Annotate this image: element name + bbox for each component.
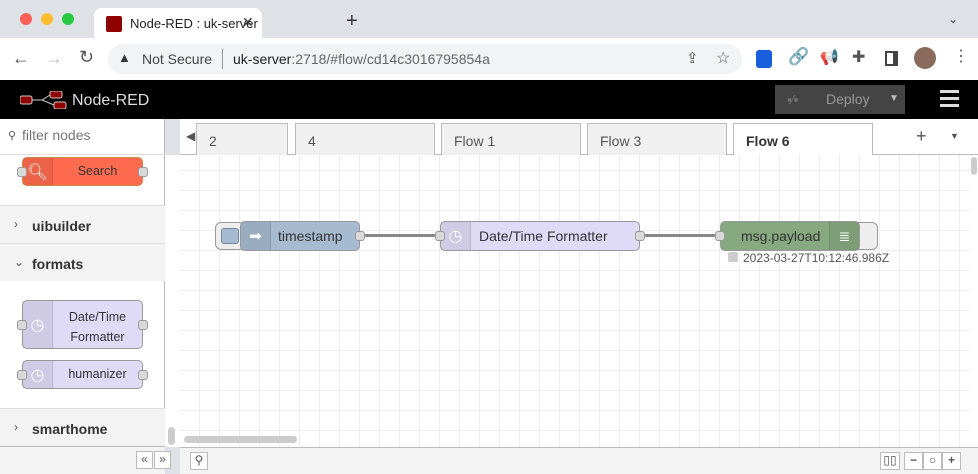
navigator-map-button[interactable]: ▯▯ bbox=[880, 452, 900, 470]
zoom-reset-button[interactable]: ○ bbox=[923, 452, 942, 470]
timer-icon: ◷ bbox=[23, 301, 53, 348]
url-host: uk-server bbox=[233, 51, 292, 67]
tab-flow-1[interactable]: Flow 1 bbox=[441, 123, 581, 155]
node-red-header: Node-RED ▪⁄▪ Deploy ▼ bbox=[0, 80, 978, 119]
expand-all-button[interactable]: » bbox=[154, 451, 171, 469]
tab-flow-3[interactable]: Flow 3 bbox=[587, 123, 727, 155]
search-icon: ⚲ bbox=[8, 130, 17, 142]
collapse-all-button[interactable]: « bbox=[136, 451, 153, 469]
vertical-scrollbar[interactable] bbox=[970, 155, 978, 447]
tab-title: Node-RED : uk-server bbox=[130, 16, 258, 31]
palette: ⚲ 🔍︎ Search ›uibuilder ⌄formats ◷ Date/T… bbox=[0, 119, 171, 474]
tab-2[interactable]: 2 bbox=[196, 123, 288, 155]
deploy-icon: ▪⁄▪ bbox=[787, 92, 799, 107]
back-icon[interactable]: ← bbox=[12, 48, 30, 69]
tab-4[interactable]: 4 bbox=[295, 123, 435, 155]
deploy-dropdown-icon[interactable]: ▼ bbox=[889, 93, 899, 104]
search-flows-button[interactable]: ⚲ bbox=[190, 452, 208, 470]
minimize-window-button[interactable] bbox=[41, 13, 53, 25]
url-field[interactable]: ▲ Not Secure uk-server:2718/#flow/cd14c3… bbox=[108, 44, 742, 74]
status-indicator-icon bbox=[728, 252, 738, 262]
link-extension-icon[interactable]: 🔗 bbox=[788, 47, 809, 67]
palette-node-search[interactable]: 🔍︎ Search bbox=[17, 157, 148, 186]
close-window-button[interactable] bbox=[20, 13, 32, 25]
extensions-puzzle-icon[interactable]: ✚ bbox=[852, 47, 865, 67]
bitwarden-extension-icon[interactable] bbox=[756, 50, 772, 68]
wire bbox=[645, 234, 720, 237]
flow-node-debug-msg-payload[interactable]: msg.payload ≣ bbox=[715, 221, 860, 251]
app-title: Node-RED bbox=[72, 92, 150, 109]
reload-icon[interactable]: ↻ bbox=[79, 47, 94, 68]
flow-list-dropdown-icon[interactable]: ▼ bbox=[950, 131, 959, 141]
browser-menu-icon[interactable]: ⋮ bbox=[953, 46, 969, 66]
node-red-favicon-icon bbox=[106, 16, 122, 32]
forward-icon[interactable]: → bbox=[45, 48, 63, 69]
palette-filter[interactable]: ⚲ bbox=[0, 119, 165, 155]
timer-icon: ◷ bbox=[23, 361, 53, 388]
maximize-window-button[interactable] bbox=[62, 13, 74, 25]
node-red-logo-icon bbox=[20, 91, 67, 109]
zoom-out-button[interactable]: − bbox=[904, 452, 923, 470]
browser-tab[interactable]: Node-RED : uk-server ✕ bbox=[94, 8, 262, 40]
deploy-label: Deploy bbox=[826, 91, 870, 107]
inject-arrow-icon: ➡ bbox=[241, 222, 271, 250]
wire bbox=[365, 234, 440, 237]
workspace-footer: ⚲ ▯▯ − ○ + bbox=[180, 447, 978, 474]
side-panel-icon[interactable] bbox=[885, 51, 898, 66]
palette-node-humanizer[interactable]: ◷ humanizer bbox=[17, 360, 148, 389]
tab-flow-6[interactable]: Flow 6 bbox=[733, 123, 873, 156]
url-path: :2718/#flow/cd14c3016795854a bbox=[291, 51, 490, 67]
flow-node-datetime-formatter[interactable]: ◷ Date/Time Formatter bbox=[435, 221, 645, 251]
main-menu-icon[interactable] bbox=[940, 90, 959, 107]
deploy-button[interactable]: ▪⁄▪ Deploy ▼ bbox=[775, 85, 905, 114]
share-icon[interactable]: ⇪ bbox=[686, 49, 699, 67]
megaphone-extension-icon[interactable]: 📢 bbox=[820, 48, 839, 66]
flow-canvas[interactable]: ➡ timestamp ◷ Date/Time Formatter msg.pa… bbox=[180, 155, 970, 447]
category-smarthome[interactable]: › smarthome bbox=[0, 408, 165, 446]
filter-nodes-input[interactable] bbox=[22, 127, 158, 143]
chevron-down-icon: ⌄ bbox=[14, 255, 25, 269]
security-label: Not Secure bbox=[142, 51, 213, 67]
palette-footer: « » bbox=[0, 446, 171, 474]
debug-status-text: 2023-03-27T10:12:46.986Z bbox=[743, 251, 890, 265]
scroll-tabs-left-icon[interactable]: ◀ bbox=[186, 129, 195, 143]
address-bar-row: ← → ↻ ▲ Not Secure uk-server:2718/#flow/… bbox=[0, 38, 978, 80]
close-tab-icon[interactable]: ✕ bbox=[242, 14, 254, 31]
flow-node-timestamp[interactable]: ➡ timestamp bbox=[240, 221, 365, 251]
category-uibuilder[interactable]: › uibuilder bbox=[0, 205, 165, 243]
new-tab-button[interactable]: + bbox=[346, 10, 358, 33]
palette-node-datetime-formatter[interactable]: ◷ Date/Time Formatter bbox=[17, 300, 148, 349]
workspace-tabs: ◀ 2 4 Flow 1 Flow 3 Flow 6 + ▼ bbox=[180, 119, 978, 156]
profile-avatar[interactable] bbox=[914, 47, 936, 69]
chevron-right-icon: › bbox=[14, 420, 18, 434]
search-icon: 🔍︎ bbox=[23, 158, 53, 185]
chevron-right-icon: › bbox=[14, 217, 18, 231]
category-formats[interactable]: ⌄ formats bbox=[0, 243, 165, 281]
debug-list-icon: ≣ bbox=[829, 222, 859, 250]
add-flow-button[interactable]: + bbox=[916, 126, 927, 147]
timer-icon: ◷ bbox=[441, 222, 471, 250]
palette-scrollbar[interactable] bbox=[165, 155, 180, 447]
tab-list-chevron-icon[interactable]: ⌄ bbox=[948, 12, 958, 26]
warning-icon: ▲ bbox=[118, 50, 131, 65]
horizontal-scrollbar[interactable] bbox=[184, 436, 297, 443]
zoom-in-button[interactable]: + bbox=[942, 452, 961, 470]
bookmark-star-icon[interactable]: ☆ bbox=[716, 48, 730, 68]
